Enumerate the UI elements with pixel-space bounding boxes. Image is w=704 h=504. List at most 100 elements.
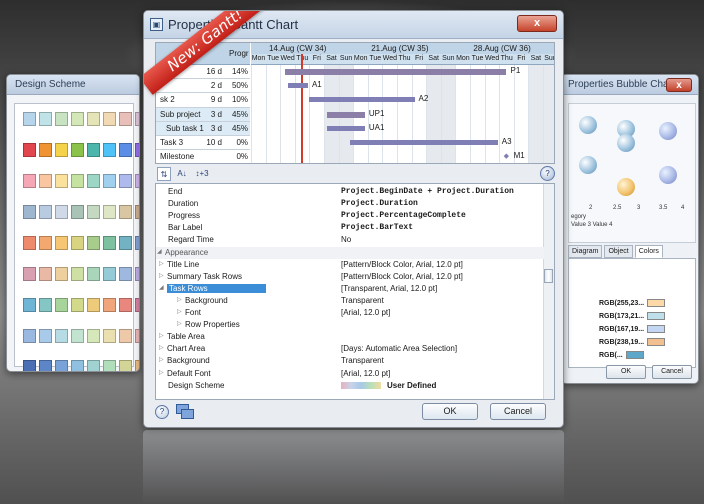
- expand-icon[interactable]: ▷: [159, 356, 164, 363]
- property-value[interactable]: [Pattern/Block Color, Arial, 12.0 pt]: [341, 272, 463, 281]
- scheme-row[interactable]: [23, 329, 139, 343]
- scheme-row[interactable]: [23, 267, 139, 281]
- color-swatch: [71, 329, 84, 343]
- gantt-bar[interactable]: [350, 140, 498, 145]
- tab-colors[interactable]: Colors: [634, 245, 663, 258]
- scroll-thumb[interactable]: [544, 269, 553, 283]
- gantt-row[interactable]: Sub task 1 3 d 45%: [156, 121, 250, 136]
- day-column: [382, 65, 397, 163]
- scheme-row[interactable]: [23, 143, 139, 157]
- categorized-button[interactable]: ⇅: [157, 167, 171, 181]
- scheme-row[interactable]: [23, 205, 139, 219]
- property-value[interactable]: [Pattern/Block Color, Arial, 12.0 pt]: [341, 260, 463, 269]
- property-scrollbar[interactable]: [543, 184, 554, 399]
- gantt-row[interactable]: 2 d 50%: [156, 79, 250, 94]
- help-icon[interactable]: ?: [155, 405, 169, 419]
- expand-button[interactable]: ↕+3: [193, 167, 211, 181]
- collapse-icon[interactable]: ◢: [159, 284, 164, 291]
- week-label: 28.Aug (CW 36): [473, 44, 531, 53]
- gantt-row[interactable]: Task 3 10 d 0%: [156, 136, 250, 151]
- property-row[interactable]: ▷ Row Properties: [156, 319, 544, 331]
- gantt-row[interactable]: sk 2 9 d 10%: [156, 93, 250, 108]
- property-row[interactable]: ▷ Table Area: [156, 331, 544, 343]
- ok-button[interactable]: OK: [422, 403, 478, 420]
- property-toolbar: ⇅ A↓ ↕+3 ?: [155, 166, 555, 183]
- property-row[interactable]: ▷ Font [Arial, 12.0 pt]: [156, 307, 544, 319]
- cancel-button[interactable]: Cancel: [490, 403, 546, 420]
- property-row[interactable]: ▷ Summary Task Rows [Pattern/Block Color, …: [156, 271, 544, 283]
- gantt-row[interactable]: Sub project 3 d 45%: [156, 107, 250, 122]
- bubble-cancel-button[interactable]: Cancel: [652, 365, 692, 379]
- expand-icon[interactable]: ▷: [177, 320, 182, 327]
- bubble-chart-preview: 2 2.5 3 3.5 4 egory Value 3 Value 4: [568, 103, 696, 243]
- property-value[interactable]: Project.BarText: [341, 223, 413, 232]
- day-column: [265, 65, 281, 163]
- gantt-row[interactable]: Milestone 0%: [156, 150, 250, 163]
- property-value[interactable]: Project.PercentageComplete: [341, 211, 466, 220]
- gantt-bar[interactable]: [284, 69, 507, 75]
- expand-icon[interactable]: ▷: [177, 296, 182, 303]
- gantt-bar[interactable]: [309, 97, 415, 103]
- property-value[interactable]: Transparent: [341, 356, 384, 365]
- property-row[interactable]: Progress Project.PercentageComplete: [156, 210, 544, 222]
- property-value[interactable]: [Transparent, Arial, 12.0 pt]: [341, 284, 437, 293]
- tab-object[interactable]: Object: [604, 245, 633, 258]
- expand-icon[interactable]: ▷: [177, 308, 182, 315]
- expand-icon[interactable]: ▷: [159, 332, 164, 339]
- property-row[interactable]: ▷ Background Transparent: [156, 355, 544, 367]
- property-value[interactable]: [Arial, 12.0 pt]: [341, 308, 390, 317]
- help-icon[interactable]: ?: [540, 166, 555, 181]
- property-row[interactable]: ▷ Background Transparent: [156, 295, 544, 307]
- property-value[interactable]: [Arial, 12.0 pt]: [341, 369, 390, 378]
- property-value[interactable]: Project.BeginDate + Project.Duration: [341, 187, 514, 196]
- expand-icon[interactable]: ▷: [159, 260, 164, 267]
- property-row[interactable]: Design Scheme User Defined: [156, 380, 544, 392]
- property-value[interactable]: User Defined: [387, 381, 436, 390]
- gantt-bar[interactable]: [326, 111, 365, 118]
- property-row[interactable]: End Project.BeginDate + Project.Duration: [156, 186, 544, 198]
- property-row[interactable]: ▷ Default Font [Arial, 12.0 pt]: [156, 368, 544, 380]
- task-name: Task 3: [160, 137, 184, 147]
- property-value[interactable]: No: [341, 235, 351, 244]
- scheme-row[interactable]: [23, 360, 139, 371]
- color-swatch: [55, 236, 68, 250]
- property-row[interactable]: ▷ Chart Area [Days: Automatic Area Selecti…: [156, 343, 544, 355]
- property-value[interactable]: Transparent: [341, 296, 384, 305]
- close-button[interactable]: x: [517, 15, 557, 32]
- gantt-bar[interactable]: [326, 125, 365, 131]
- bubble-close-button[interactable]: x: [666, 78, 692, 92]
- rgb-row[interactable]: RGB(167,19...: [599, 325, 666, 333]
- tab-diagram[interactable]: Diagram: [568, 245, 603, 258]
- collapse-icon[interactable]: ◢: [157, 248, 162, 255]
- property-row[interactable]: Duration Project.Duration: [156, 198, 544, 210]
- rgb-row[interactable]: RGB(173,21...: [599, 312, 666, 320]
- bar-label: M1: [513, 151, 525, 161]
- property-row[interactable]: ▷ Title Line [Pattern/Block Color, Arial, …: [156, 259, 544, 271]
- property-row[interactable]: ◢ Task Rows [Transparent, Arial, 12.0 pt]: [156, 283, 544, 295]
- sort-az-button[interactable]: A↓: [175, 167, 189, 181]
- property-value[interactable]: Project.Duration: [341, 199, 418, 208]
- expand-icon[interactable]: ▷: [159, 344, 164, 351]
- property-category[interactable]: ◢ Appearance: [156, 246, 544, 259]
- property-key: Font: [185, 308, 202, 317]
- rgb-row[interactable]: RGB(238,19...: [599, 338, 666, 346]
- day-column: [513, 65, 529, 163]
- expand-icon[interactable]: ▷: [159, 272, 164, 279]
- scheme-row[interactable]: [23, 112, 139, 126]
- color-swatch: [71, 298, 84, 312]
- expand-icon[interactable]: ▷: [159, 369, 164, 376]
- windows-icon[interactable]: [176, 404, 196, 420]
- day-label: Thu: [398, 55, 411, 62]
- rgb-row[interactable]: RGB(...: [599, 351, 644, 359]
- day-label: Sat: [428, 55, 439, 62]
- property-row[interactable]: Regard Time No: [156, 234, 544, 246]
- scheme-row[interactable]: [23, 174, 139, 188]
- rgb-row[interactable]: RGB(255,23...: [599, 299, 666, 307]
- gantt-bar[interactable]: [287, 83, 308, 89]
- scheme-row[interactable]: [23, 298, 139, 312]
- bubble-ok-button[interactable]: OK: [606, 365, 646, 379]
- property-value[interactable]: [Days: Automatic Area Selection]: [341, 344, 457, 353]
- property-row[interactable]: Bar Label Project.BarText: [156, 222, 544, 234]
- scheme-row[interactable]: [23, 236, 139, 250]
- color-swatch: [55, 298, 68, 312]
